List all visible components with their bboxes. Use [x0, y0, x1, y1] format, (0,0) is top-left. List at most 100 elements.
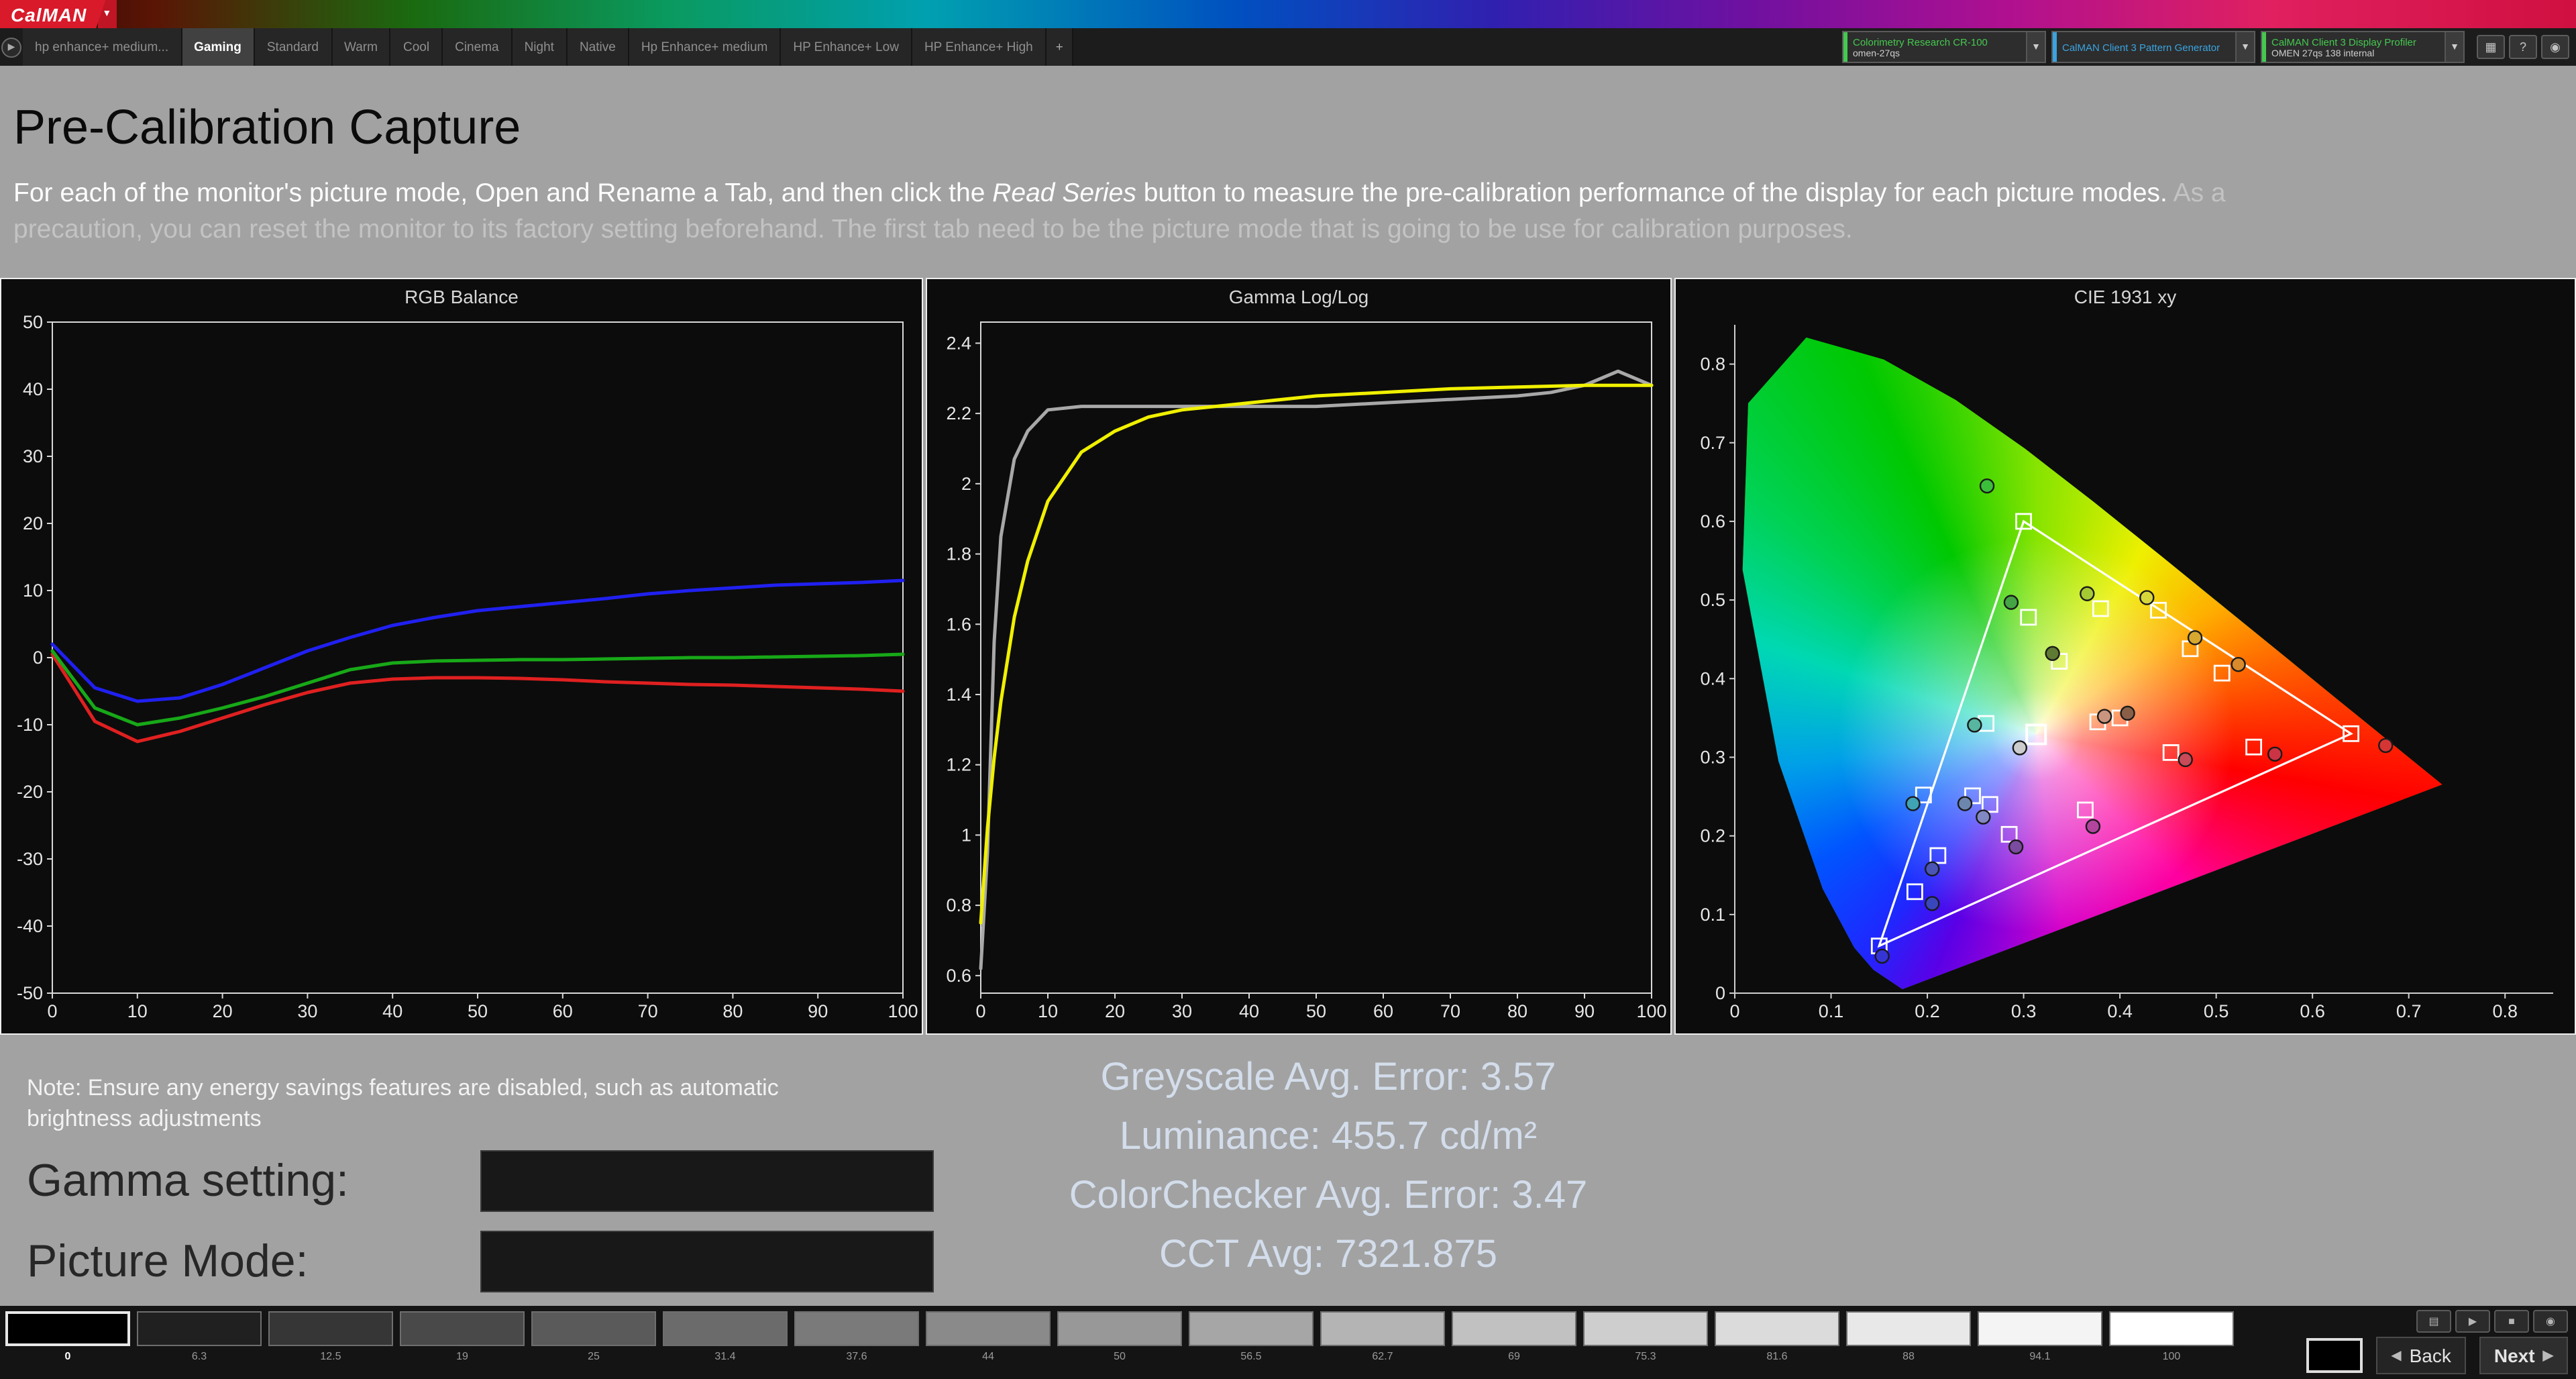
device-labels: Colorimetry Research CR-100 omen-27qs: [1847, 32, 2026, 62]
svg-text:20: 20: [213, 1001, 233, 1021]
help-icon[interactable]: ?: [2509, 35, 2537, 59]
device-name: CalMAN Client 3 Pattern Generator: [2062, 41, 2220, 53]
grayscale-step-swatch[interactable]: [137, 1311, 262, 1346]
svg-text:80: 80: [1507, 1001, 1527, 1021]
grayscale-step-37.6[interactable]: 37.6: [794, 1311, 919, 1362]
gamma-chart: Gamma Log/Log 0 10 20 30 40 50 60 70 80 90 100 2.4 2…: [926, 278, 1672, 1035]
tab-[interactable]: +: [1046, 28, 1074, 66]
calman-logo[interactable]: CalMAN: [0, 0, 106, 28]
device-dropdown-arrow-icon[interactable]: ▼: [2026, 32, 2045, 62]
tab-warm[interactable]: Warm: [332, 28, 391, 66]
tab-gaming[interactable]: Gaming: [182, 28, 255, 66]
svg-text:0: 0: [47, 1001, 57, 1021]
tab-standard[interactable]: Standard: [254, 28, 332, 66]
grayscale-step-81.6[interactable]: 81.6: [1715, 1311, 1839, 1362]
grayscale-step-swatch[interactable]: [531, 1311, 656, 1346]
tab-cool[interactable]: Cool: [390, 28, 443, 66]
tab-native[interactable]: Native: [567, 28, 629, 66]
svg-text:1.4: 1.4: [946, 684, 971, 705]
grayscale-step-label: 56.5: [1240, 1350, 1262, 1362]
grayscale-step-swatch[interactable]: [1583, 1311, 1708, 1346]
grayscale-step-swatch[interactable]: [1978, 1311, 2102, 1346]
grayscale-step-56.5[interactable]: 56.5: [1189, 1311, 1313, 1362]
tab-bar: ▶ hp enhance+ medium... Gaming Standard War…: [0, 28, 2576, 66]
instructions-read-series: Read Series: [992, 178, 1136, 208]
tab-hp-enhance-medium[interactable]: Hp Enhance+ medium: [629, 28, 782, 66]
grayscale-step-12.5[interactable]: 12.5: [268, 1311, 393, 1362]
power-icon[interactable]: ◉: [2541, 35, 2569, 59]
stat-line-3: ColorChecker Avg. Error: 3.47: [1069, 1174, 1588, 1217]
tab-cinema[interactable]: Cinema: [443, 28, 513, 66]
grayscale-step-swatch[interactable]: [400, 1311, 525, 1346]
back-button[interactable]: ◀ Back: [2376, 1337, 2466, 1374]
grayscale-step-swatch[interactable]: [2109, 1311, 2234, 1346]
record-icon[interactable]: ◉: [2533, 1310, 2568, 1333]
grayscale-step-69[interactable]: 69: [1452, 1311, 1576, 1362]
picture-mode-input[interactable]: [480, 1231, 934, 1292]
grayscale-step-swatch[interactable]: [268, 1311, 393, 1346]
stat-line-4: CCT Avg: 7321.875: [1159, 1233, 1498, 1276]
grayscale-step-swatch[interactable]: [1189, 1311, 1313, 1346]
grayscale-step-swatch[interactable]: [1715, 1311, 1839, 1346]
grayscale-step-swatch[interactable]: [1846, 1311, 1971, 1346]
grayscale-step-swatch[interactable]: [663, 1311, 788, 1346]
grayscale-step-swatch[interactable]: [1452, 1311, 1576, 1346]
gamma-setting-input[interactable]: [480, 1150, 934, 1212]
gamma-chart-title: Gamma Log/Log: [1228, 286, 1369, 307]
device-labels: CalMAN Client 3 Pattern Generator: [2057, 32, 2235, 62]
svg-text:0.3: 0.3: [2011, 1001, 2037, 1021]
next-chevron-icon: ▶: [2542, 1348, 2553, 1363]
device-dropdown-1[interactable]: Colorimetry Research CR-100 omen-27qs ▼: [1842, 31, 2046, 63]
grayscale-step-label: 25: [588, 1350, 600, 1362]
calman-logo-menu[interactable]: CalMAN ▼: [0, 0, 117, 28]
grayscale-step-31.4[interactable]: 31.4: [663, 1311, 788, 1362]
grayscale-step-62.7[interactable]: 62.7: [1320, 1311, 1445, 1362]
instructions-gray-2: precaution, you can reset the monitor to…: [13, 215, 1853, 244]
grayscale-step-swatch[interactable]: [1320, 1311, 1445, 1346]
grayscale-step-44[interactable]: 44: [926, 1311, 1051, 1362]
tab-hp-enhance-high[interactable]: HP Enhance+ High: [912, 28, 1046, 66]
device-dropdown-arrow-icon[interactable]: ▼: [2445, 32, 2463, 62]
svg-text:1.6: 1.6: [946, 614, 971, 634]
grayscale-step-88[interactable]: 88: [1846, 1311, 1971, 1362]
grayscale-step-25[interactable]: 25: [531, 1311, 656, 1362]
stop-icon[interactable]: ■: [2494, 1310, 2529, 1333]
next-button[interactable]: Next ▶: [2479, 1337, 2568, 1374]
grayscale-step-swatch[interactable]: [5, 1311, 130, 1346]
svg-text:1.8: 1.8: [946, 544, 971, 564]
device-dropdown-3[interactable]: CalMAN Client 3 Display Profiler OMEN 27q…: [2261, 31, 2465, 63]
grayscale-step-75.3[interactable]: 75.3: [1583, 1311, 1708, 1362]
play-icon[interactable]: ▶: [2455, 1310, 2490, 1333]
grayscale-step-swatch[interactable]: [926, 1311, 1051, 1346]
device-dropdown-arrow-icon[interactable]: ▼: [2235, 32, 2254, 62]
tab-scroll-button[interactable]: ▶: [0, 28, 23, 66]
tab-hp-enhance-low[interactable]: HP Enhance+ Low: [781, 28, 912, 66]
pattern-window-icon[interactable]: ▤: [2416, 1310, 2451, 1333]
tab-scroll-icon[interactable]: ▶: [1, 37, 21, 57]
grayscale-step-swatch[interactable]: [794, 1311, 919, 1346]
grayscale-step-6.3[interactable]: 6.3: [137, 1311, 262, 1362]
stat-line-1: Greyscale Avg. Error: 3.57: [1100, 1056, 1556, 1099]
grayscale-step-50[interactable]: 50: [1057, 1311, 1182, 1362]
svg-text:60: 60: [1373, 1001, 1393, 1021]
grayscale-step-19[interactable]: 19: [400, 1311, 525, 1362]
svg-text:100: 100: [888, 1001, 918, 1021]
svg-text:0.8: 0.8: [946, 895, 971, 915]
layout-grid-icon[interactable]: ▦: [2477, 35, 2505, 59]
svg-text:0.8: 0.8: [2492, 1001, 2518, 1021]
svg-text:0.4: 0.4: [2107, 1001, 2133, 1021]
svg-text:40: 40: [1239, 1001, 1259, 1021]
svg-text:2.4: 2.4: [946, 333, 971, 353]
tab-night[interactable]: Night: [512, 28, 568, 66]
grayscale-step-100[interactable]: 100: [2109, 1311, 2234, 1362]
svg-text:0.6: 0.6: [2300, 1001, 2325, 1021]
nav-row: ◀ Back Next ▶: [2306, 1337, 2568, 1374]
svg-text:0.3: 0.3: [1700, 747, 1725, 767]
pattern-preview[interactable]: [2306, 1338, 2363, 1373]
tab-spacer: [1074, 28, 1837, 66]
grayscale-step-94.1[interactable]: 94.1: [1978, 1311, 2102, 1362]
grayscale-step-swatch[interactable]: [1057, 1311, 1182, 1346]
device-dropdown-2[interactable]: CalMAN Client 3 Pattern Generator ▼: [2051, 31, 2255, 63]
grayscale-step-0[interactable]: 0: [5, 1311, 130, 1362]
tab-hp-enhance-medium[interactable]: hp enhance+ medium...: [23, 28, 182, 66]
